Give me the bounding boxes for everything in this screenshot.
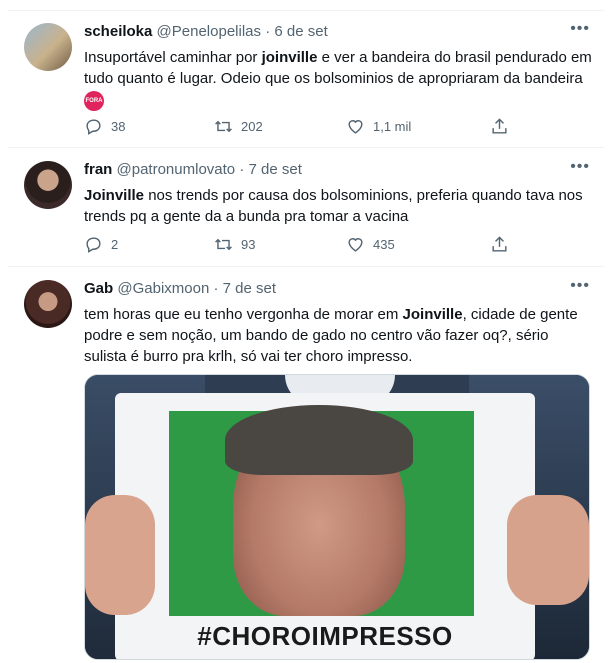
tweet-header: scheiloka @Penelopelilas · 6 de set bbox=[84, 23, 588, 43]
image-hashtag-text: #CHOROIMPRESSO bbox=[197, 621, 453, 651]
retweet-button[interactable]: 202 bbox=[214, 117, 263, 136]
retweet-icon bbox=[215, 120, 232, 133]
reply-button[interactable]: 38 bbox=[84, 117, 125, 136]
reply-count: 38 bbox=[111, 119, 126, 134]
image-hair bbox=[225, 405, 413, 475]
retweet-count: 93 bbox=[241, 237, 256, 252]
share-icon bbox=[492, 118, 507, 134]
tweet-text: Joinville nos trends por causa dos bolso… bbox=[84, 187, 583, 225]
display-name[interactable]: scheiloka bbox=[84, 23, 152, 40]
heart-icon bbox=[348, 120, 363, 134]
share-icon bbox=[492, 236, 507, 252]
hashtag-highlight[interactable]: Joinville bbox=[84, 187, 144, 204]
image-hand-right bbox=[507, 495, 589, 605]
reply-icon bbox=[86, 119, 101, 135]
retweet-icon bbox=[215, 238, 232, 251]
user-handle[interactable]: @patronumlovato bbox=[117, 161, 236, 178]
tweet-text: Insuportável caminhar por joinville e ve… bbox=[84, 47, 594, 112]
tweet-header: Gab @Gabixmoon · 7 de set bbox=[84, 280, 588, 300]
more-options-icon[interactable]: ••• bbox=[570, 278, 590, 294]
tweet-text: tem horas que eu tenho vergonha de morar… bbox=[84, 306, 578, 365]
like-count: 1,1 mil bbox=[373, 119, 412, 134]
tweet-actions: 2 93 435 bbox=[84, 235, 594, 255]
tweet[interactable]: fran @patronumlovato · 7 de set ••• Join… bbox=[8, 149, 604, 267]
like-count: 435 bbox=[373, 237, 395, 252]
display-name[interactable]: fran bbox=[84, 161, 112, 178]
hashtag-highlight[interactable]: Joinville bbox=[403, 306, 463, 323]
like-button[interactable]: 435 bbox=[346, 235, 395, 254]
reply-count: 2 bbox=[111, 237, 119, 252]
tweet-date[interactable]: 6 de set bbox=[274, 23, 327, 40]
retweet-count: 202 bbox=[241, 119, 263, 134]
share-button[interactable] bbox=[490, 117, 509, 136]
share-button[interactable] bbox=[490, 235, 509, 254]
image-hand-left bbox=[85, 495, 155, 615]
separator: · bbox=[213, 280, 219, 297]
hashtag-highlight[interactable]: joinville bbox=[262, 49, 318, 66]
avatar[interactable] bbox=[24, 280, 72, 328]
tweet-actions: 38 202 1,1 mil bbox=[84, 117, 594, 137]
avatar[interactable] bbox=[24, 161, 72, 209]
like-button[interactable]: 1,1 mil bbox=[346, 117, 411, 136]
tweet-date[interactable]: 7 de set bbox=[223, 280, 276, 297]
user-handle[interactable]: @Gabixmoon bbox=[117, 280, 209, 297]
tweet[interactable]: Gab @Gabixmoon · 7 de set ••• tem horas … bbox=[8, 268, 604, 663]
tweet-date[interactable]: 7 de set bbox=[248, 161, 301, 178]
avatar[interactable] bbox=[24, 23, 72, 71]
tweet[interactable]: scheiloka @Penelopelilas · 6 de set ••• … bbox=[8, 10, 604, 148]
tweet-image[interactable]: #CHOROIMPRESSO bbox=[84, 374, 590, 660]
more-options-icon[interactable]: ••• bbox=[570, 159, 590, 175]
display-name[interactable]: Gab bbox=[84, 280, 113, 297]
tweet-header: fran @patronumlovato · 7 de set bbox=[84, 161, 588, 181]
reply-button[interactable]: 2 bbox=[84, 235, 118, 254]
separator: · bbox=[265, 23, 271, 40]
separator: · bbox=[239, 161, 245, 178]
user-handle[interactable]: @Penelopelilas bbox=[157, 23, 261, 40]
reply-icon bbox=[86, 237, 101, 253]
retweet-button[interactable]: 93 bbox=[214, 235, 255, 254]
emoji: FORA bbox=[84, 91, 104, 112]
more-options-icon[interactable]: ••• bbox=[570, 21, 590, 37]
heart-icon bbox=[348, 238, 363, 252]
